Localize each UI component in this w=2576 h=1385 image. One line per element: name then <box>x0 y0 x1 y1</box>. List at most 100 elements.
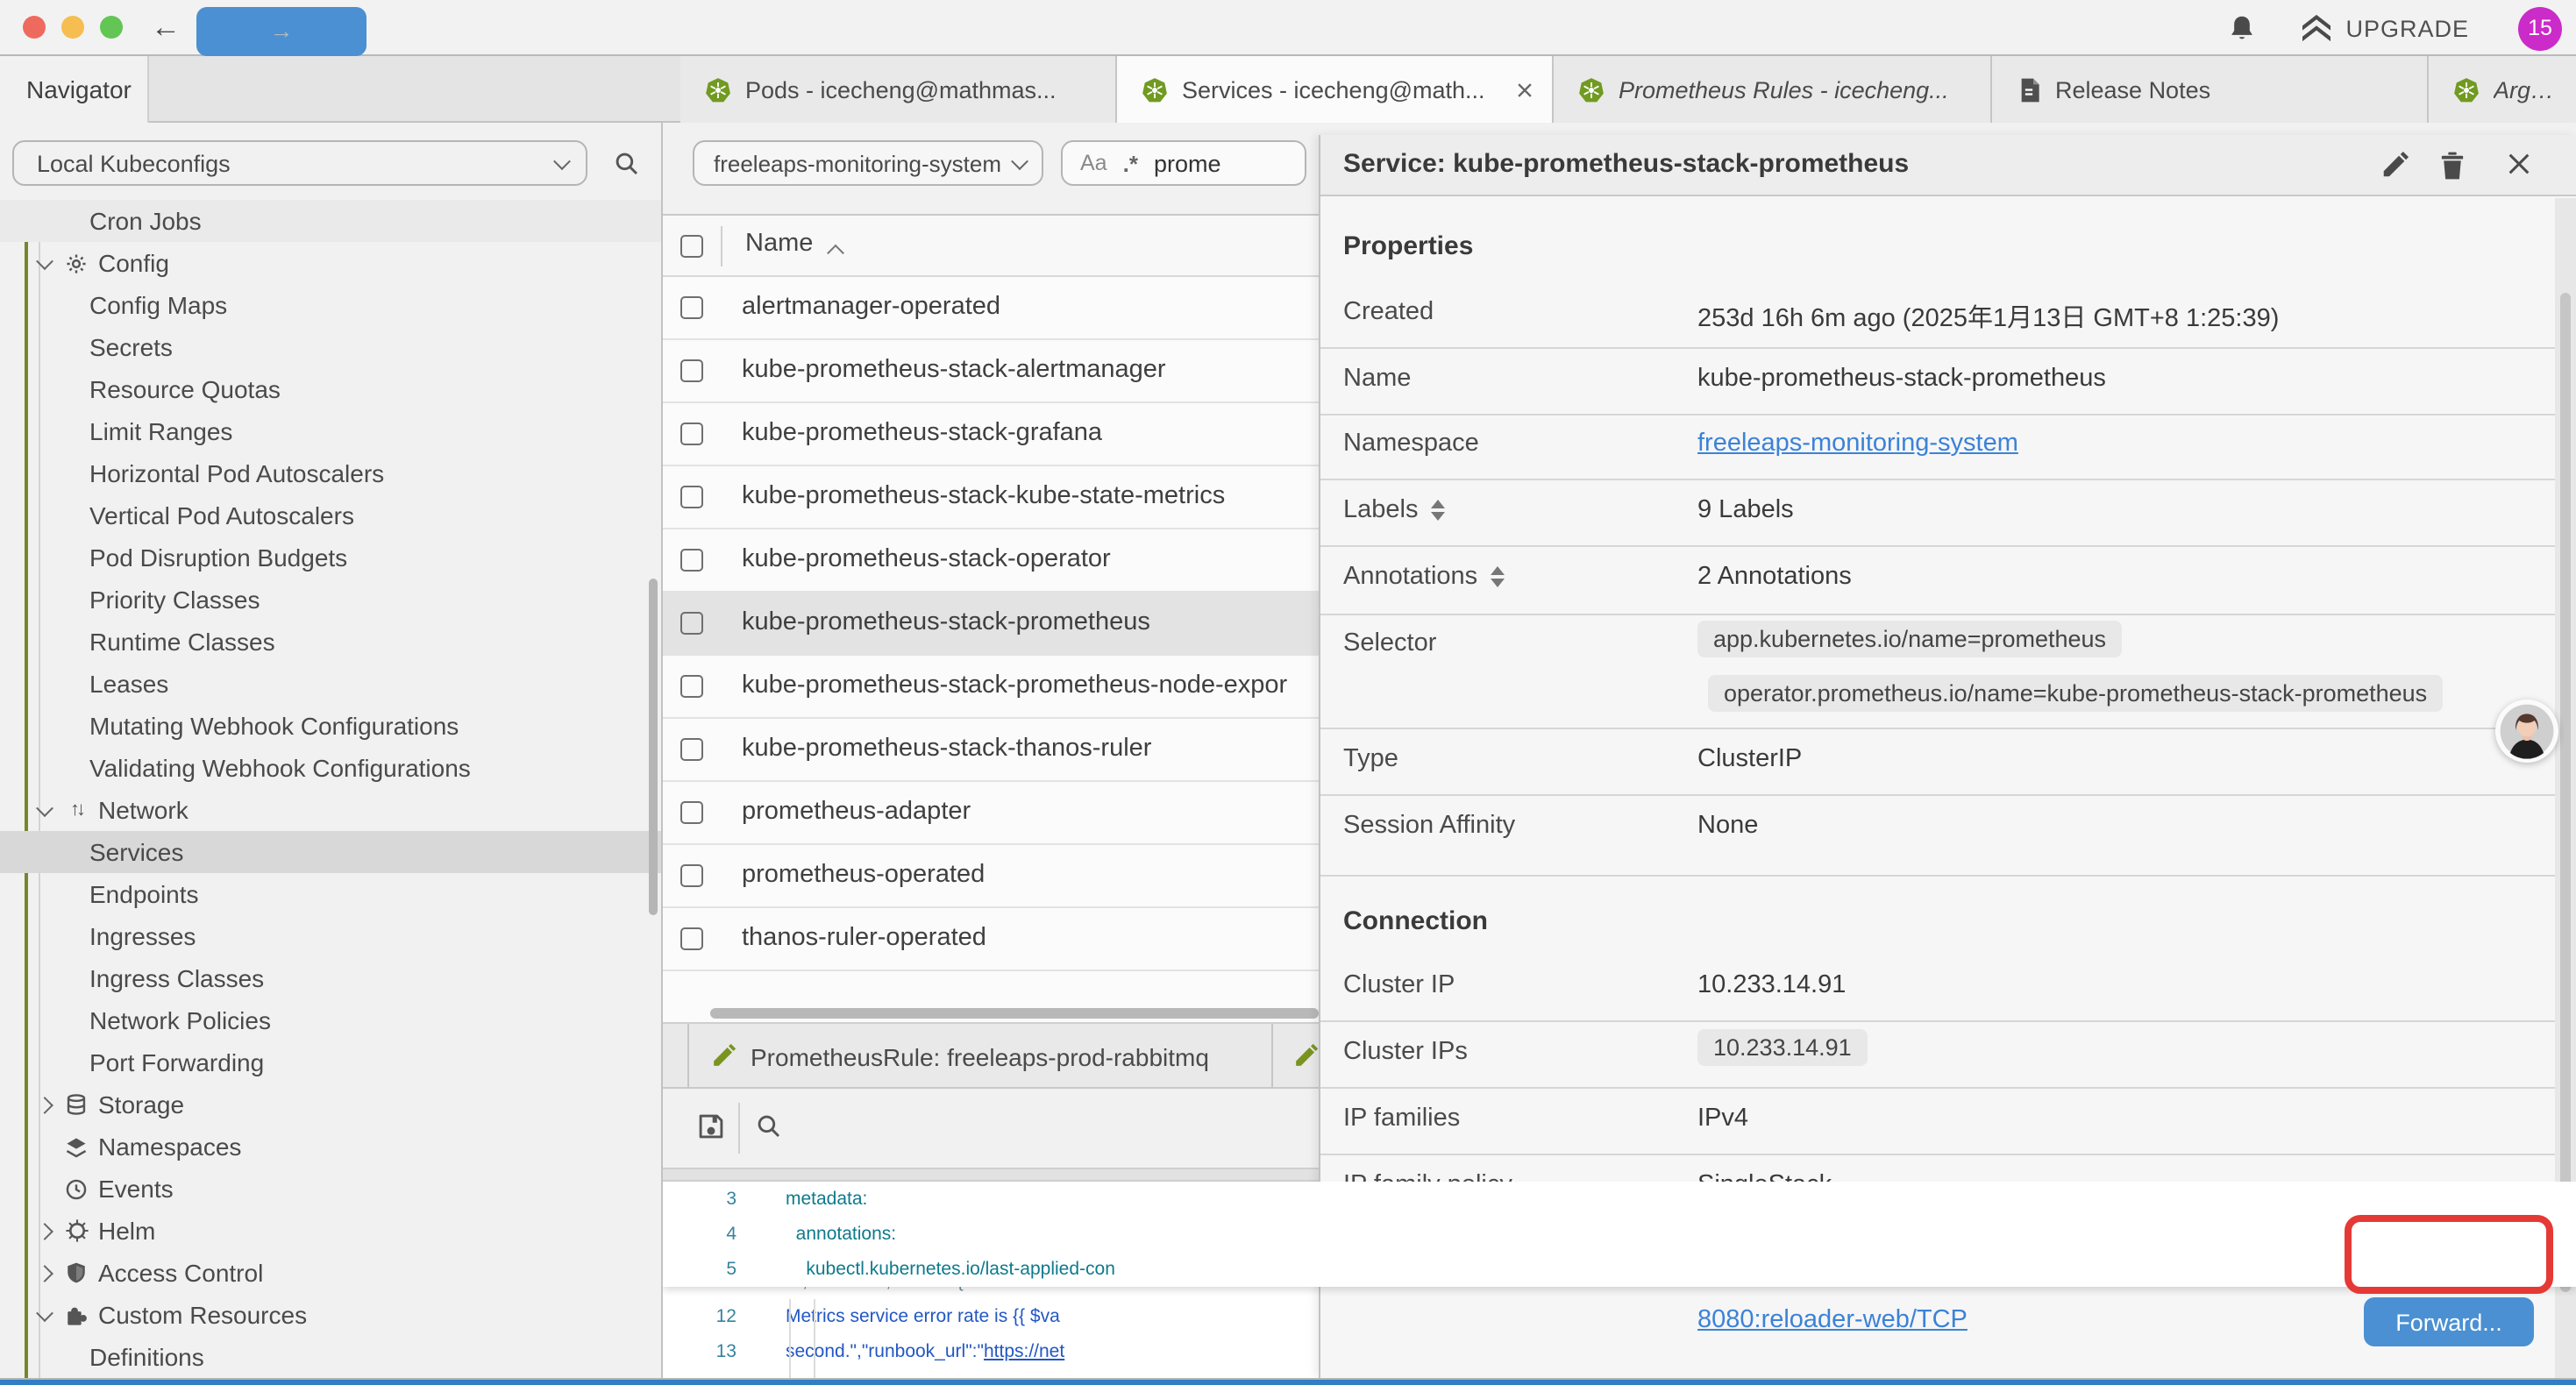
session-affinity-value: None <box>1697 812 1758 840</box>
sidebar-item-namespaces[interactable]: Namespaces <box>0 1126 663 1168</box>
sidebar-item-ingresses[interactable]: Ingresses <box>0 915 663 957</box>
row-checkbox[interactable] <box>680 612 703 635</box>
sort-icon[interactable] <box>1430 500 1444 521</box>
minimize-window-button[interactable] <box>61 16 84 39</box>
row-checkbox[interactable] <box>680 738 703 761</box>
ip-families-label: IP families <box>1343 1104 1460 1133</box>
name-column-header[interactable]: Name <box>745 230 813 258</box>
tab-prometheus-rules[interactable]: Prometheus Rules - icecheng... <box>1554 56 1992 123</box>
sidebar-group-config[interactable]: Config <box>0 242 663 284</box>
port-link-8080-reloader-web[interactable]: 8080:reloader-web/TCP <box>1697 1306 1968 1334</box>
upgrade-button[interactable]: UPGRADE <box>2298 14 2469 42</box>
runbook-url-link[interactable]: https://net <box>984 1341 1064 1362</box>
row-checkbox[interactable] <box>680 549 703 572</box>
back-arrow-icon[interactable]: ← <box>151 7 181 49</box>
row-checkbox[interactable] <box>680 296 703 319</box>
tab-pods[interactable]: Pods - icecheng@mathmas... <box>680 56 1117 123</box>
sidebar-item-pod-disruption-budgets[interactable]: Pod Disruption Budgets <box>0 536 663 579</box>
sidebar-item-validating-webhook-configurations[interactable]: Validating Webhook Configurations <box>0 747 663 789</box>
row-checkbox[interactable] <box>680 864 703 887</box>
chevron-right-icon <box>36 1222 53 1239</box>
bell-icon[interactable] <box>2226 12 2256 44</box>
selector-chip: operator.prometheus.io/name=kube-prometh… <box>1708 675 2443 712</box>
sidebar-item-cron-jobs[interactable]: Cron Jobs <box>0 200 663 242</box>
forward-arrow-icon[interactable]: → <box>196 7 366 56</box>
sidebar-item-port-forwarding[interactable]: Port Forwarding <box>0 1041 663 1083</box>
sidebar-item-mutating-webhook-configurations[interactable]: Mutating Webhook Configurations <box>0 705 663 747</box>
sidebar-group-access-control[interactable]: Access Control <box>0 1252 663 1294</box>
sidebar-item-ingress-classes[interactable]: Ingress Classes <box>0 957 663 999</box>
search-icon[interactable] <box>754 1112 782 1140</box>
bottom-accent-strip <box>0 1378 2576 1385</box>
editor-sticky-lines: 3metadata: 4 annotations: 5 kubectl.kube… <box>663 1182 2576 1287</box>
sidebar-group-custom-resources[interactable]: Custom Resources <box>0 1294 663 1336</box>
match-case-toggle[interactable]: Aa <box>1080 151 1107 175</box>
sidebar-item-secrets[interactable]: Secrets <box>0 326 663 368</box>
helm-icon <box>61 1218 91 1243</box>
save-icon[interactable] <box>696 1112 726 1141</box>
namespace-select[interactable]: freeleaps-monitoring-system <box>693 140 1043 186</box>
tab-prometheusrule-editor[interactable]: PrometheusRule: freeleaps-prod-rabbitmq <box>691 1024 1273 1089</box>
sidebar-group-storage[interactable]: Storage <box>0 1083 663 1126</box>
delete-button[interactable] <box>2439 151 2466 181</box>
tab-argo[interactable]: Argo Se <box>2429 56 2576 123</box>
sidebar-item-priority-classes[interactable]: Priority Classes <box>0 579 663 621</box>
detail-panel-title: Service: kube-prometheus-stack-prometheu… <box>1343 149 1909 179</box>
gear-icon <box>61 252 91 274</box>
annotations-value: 2 Annotations <box>1697 563 1852 591</box>
panel-scrollbar-thumb[interactable] <box>2560 293 2571 1292</box>
notification-badge[interactable]: 15 <box>2518 6 2562 50</box>
labels-value: 9 Labels <box>1697 496 1794 524</box>
sidebar-item-config-maps[interactable]: Config Maps <box>0 284 663 326</box>
sidebar-item-services[interactable]: Services <box>0 831 663 873</box>
sidebar-item-endpoints[interactable]: Endpoints <box>0 873 663 915</box>
edit-button[interactable] <box>2380 151 2409 181</box>
kubernetes-icon <box>2453 76 2480 103</box>
row-checkbox[interactable] <box>680 486 703 508</box>
storage-icon <box>61 1092 91 1117</box>
sidebar-group-network[interactable]: ↑↓Network <box>0 789 663 831</box>
row-checkbox[interactable] <box>680 423 703 445</box>
horizontal-scrollbar[interactable] <box>710 1008 1319 1019</box>
tab-release-notes[interactable]: Release Notes <box>1992 56 2429 123</box>
namespaces-icon <box>61 1135 91 1158</box>
tab-navigator[interactable]: Navigator <box>0 56 149 123</box>
sidebar-item-network-policies[interactable]: Network Policies <box>0 999 663 1041</box>
zoom-window-button[interactable] <box>100 16 123 39</box>
regex-toggle[interactable]: .* <box>1123 150 1138 176</box>
close-panel-button[interactable] <box>2506 151 2532 177</box>
sidebar-item-limit-ranges[interactable]: Limit Ranges <box>0 410 663 452</box>
sidebar-item-leases[interactable]: Leases <box>0 663 663 705</box>
pencil-icon <box>710 1043 737 1069</box>
namespace-link[interactable]: freeleaps-monitoring-system <box>1697 430 2018 458</box>
title-bar: ← → UPGRADE 15 <box>0 0 2576 56</box>
sidebar-item-horizontal-pod-autoscalers[interactable]: Horizontal Pod Autoscalers <box>0 452 663 494</box>
filter-input[interactable]: Aa .* prome <box>1061 140 1306 186</box>
close-window-button[interactable] <box>23 16 46 39</box>
select-all-checkbox[interactable] <box>680 235 703 258</box>
avatar[interactable] <box>2495 700 2558 763</box>
sidebar-group-helm[interactable]: Helm <box>0 1210 663 1252</box>
sidebar-scrollbar[interactable] <box>649 579 658 915</box>
kubeconfig-select[interactable]: Local Kubeconfigs <box>12 140 587 186</box>
chevron-down-icon <box>1011 152 1028 169</box>
close-tab-icon[interactable] <box>1515 80 1534 99</box>
upgrade-icon <box>2298 14 2333 42</box>
sidebar-item-vertical-pod-autoscalers[interactable]: Vertical Pod Autoscalers <box>0 494 663 536</box>
sidebar-item-events[interactable]: Events <box>0 1168 663 1210</box>
sidebar-item-resource-quotas[interactable]: Resource Quotas <box>0 368 663 410</box>
kubernetes-icon <box>1142 76 1168 103</box>
row-checkbox[interactable] <box>680 359 703 382</box>
tab-services[interactable]: Services - icecheng@math... <box>1117 56 1554 123</box>
app-window: ← → UPGRADE 15 Navigator Pods - icecheng… <box>0 0 2576 1385</box>
search-icon[interactable] <box>612 149 640 186</box>
connection-heading: Connection <box>1343 906 1488 936</box>
sidebar-item-runtime-classes[interactable]: Runtime Classes <box>0 621 663 663</box>
row-checkbox[interactable] <box>680 927 703 950</box>
type-label: Type <box>1343 745 1398 773</box>
row-checkbox[interactable] <box>680 801 703 824</box>
sort-icon[interactable] <box>1490 566 1504 587</box>
row-checkbox[interactable] <box>680 675 703 698</box>
sidebar-item-definitions[interactable]: Definitions <box>0 1336 663 1378</box>
forward-button[interactable]: Forward... <box>2364 1297 2534 1346</box>
